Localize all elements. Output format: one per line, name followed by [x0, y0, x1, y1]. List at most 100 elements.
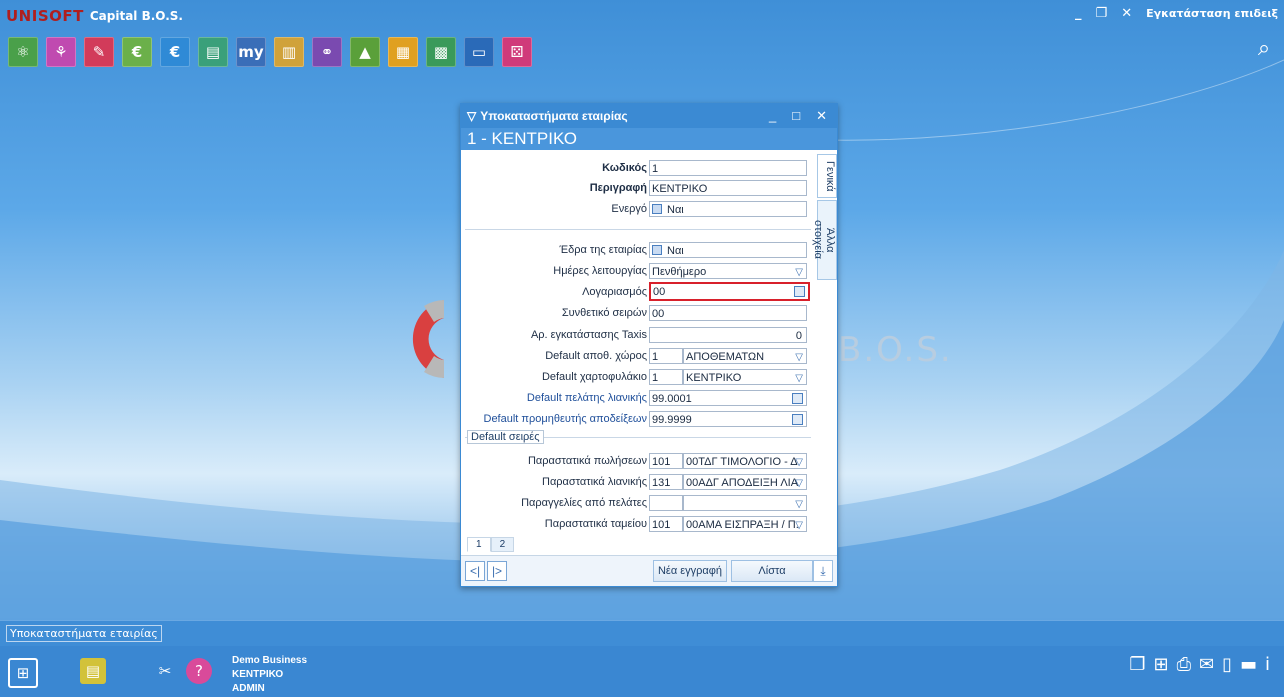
dropdown-icon[interactable]: ▽ [795, 476, 803, 489]
active-field[interactable]: Ναι [649, 200, 807, 217]
copy-icon[interactable]: ❐ [1129, 654, 1145, 675]
row-sales-docs: Παραστατικά πωλήσεων 101 00ΤΔΓ ΤΙΜΟΛΟΓΙΟ… [461, 452, 811, 469]
lookup-icon[interactable] [792, 392, 803, 404]
sales-docs-select[interactable]: 00ΤΔΓ ΤΙΜΟΛΟΓΙΟ - Δ ▽ [683, 452, 807, 469]
app-titlebar: UNISOFT Capital B.O.S. _ ❐ ✕ Εγκατάσταση… [0, 0, 1284, 32]
file-icon[interactable]: ▯ [1222, 654, 1232, 675]
dropdown-icon[interactable]: ▽ [795, 497, 803, 510]
lookup-icon[interactable] [792, 413, 803, 425]
download-icon[interactable]: ⤓ [813, 560, 833, 582]
tools-icon[interactable]: ✂ [152, 658, 178, 684]
code-field[interactable]: 1 [649, 159, 807, 176]
dialog-menu-icon[interactable]: ▽ [467, 109, 476, 123]
row-retail-docs: Παραστατικά λιανικής 131 00ΑΔΓ ΑΠΟΔΕΙΞΗ … [461, 473, 811, 490]
module-1-icon[interactable]: ⚛ [8, 37, 38, 67]
module-8-icon[interactable]: ▥ [274, 37, 304, 67]
dialog-maximize-icon[interactable]: □ [792, 108, 800, 124]
list-button[interactable]: Λίστα [731, 560, 813, 582]
dialog-titlebar[interactable]: ▽ Υποκαταστήματα εταιρίας _ □ ✕ [461, 104, 837, 128]
help-icon[interactable]: ? [186, 658, 212, 684]
info-icon[interactable]: i [1265, 654, 1270, 675]
series-comp-label: Συνθετικό σειρών [561, 306, 647, 319]
account-field[interactable]: 00 [649, 282, 810, 301]
cash-docs-select[interactable]: 00ΑΜΑ ΕΙΣΠΡΑΞΗ / Π. ▽ [683, 515, 807, 532]
module-6-icon[interactable]: ▤ [198, 37, 228, 67]
dashboard-icon[interactable]: ⊞ [8, 658, 38, 688]
portfolio-code[interactable]: 1 [649, 368, 683, 385]
module-10-icon[interactable]: ▲ [350, 37, 380, 67]
page-tab-1[interactable]: 1 [467, 537, 491, 552]
mail-icon[interactable]: ✉ [1199, 654, 1214, 675]
module-2-icon[interactable]: ⚘ [46, 37, 76, 67]
cash-docs-code[interactable]: 101 [649, 515, 683, 532]
documents-icon[interactable]: ▤ [80, 658, 106, 684]
lookup-icon[interactable] [794, 286, 805, 297]
taxis-label: Αρ. εγκατάστασης Taxis [530, 328, 647, 341]
dropdown-icon[interactable]: ▽ [795, 455, 803, 468]
orders-code[interactable] [649, 494, 683, 511]
receipt-supplier-field[interactable]: 99.9999 [649, 410, 807, 427]
warehouse-code[interactable]: 1 [649, 347, 683, 364]
module-12-icon[interactable]: ▩ [426, 37, 456, 67]
next-record-icon[interactable]: |> [487, 561, 507, 581]
seat-field[interactable]: Ναι [649, 241, 807, 258]
sales-docs-code[interactable]: 101 [649, 452, 683, 469]
close-icon[interactable]: ✕ [1121, 6, 1132, 21]
module-11-icon[interactable]: ▦ [388, 37, 418, 67]
install-label[interactable]: Εγκατάσταση επιδειξ [1146, 7, 1278, 20]
grid-icon[interactable]: ⊞ [1153, 654, 1168, 675]
workdays-select[interactable]: Πενθήμερο ▽ [649, 262, 807, 279]
taxis-field[interactable]: 0 [649, 326, 807, 343]
app-logo: UNISOFT Capital B.O.S. [0, 7, 183, 25]
row-retail-customer: Default πελάτης λιανικής 99.0001 [461, 389, 811, 406]
company-name: Demo Business [232, 655, 308, 666]
orders-label: Παραγγελίες από πελάτες [521, 496, 647, 509]
dropdown-icon[interactable]: ▽ [795, 350, 803, 363]
row-orders: Παραγγελίες από πελάτες ▽ [461, 494, 811, 511]
row-warehouse: Default αποθ. χώρος 1 ΑΠΟΘΕΜΑΤΩΝ ▽ [461, 347, 811, 364]
prev-record-icon[interactable]: <| [465, 561, 485, 581]
row-workdays: Ημέρες λειτουργίας Πενθήμερο ▽ [461, 262, 811, 279]
minimize-icon[interactable]: _ [1075, 6, 1082, 21]
module-14-icon[interactable]: ⚄ [502, 37, 532, 67]
orders-select[interactable]: ▽ [683, 494, 807, 511]
active-checkbox-icon [652, 203, 662, 214]
module-5-icon[interactable]: € [160, 37, 190, 67]
dropdown-icon[interactable]: ▽ [795, 371, 803, 384]
module-7-icon[interactable]: my [236, 37, 266, 67]
row-seat: Έδρα της εταιρίας Ναι [461, 241, 811, 258]
warehouse-select[interactable]: ΑΠΟΘΕΜΑΤΩΝ ▽ [683, 347, 807, 364]
module-9-icon[interactable]: ⚭ [312, 37, 342, 67]
open-window-tab[interactable]: Υποκαταστήματα εταιρίας [6, 625, 162, 642]
window-icon[interactable]: ▬ [1240, 654, 1257, 675]
utility-icons: ❐ ⊞ ⎙ ✉ ▯ ▬ i [1129, 654, 1270, 675]
retail-customer-label[interactable]: Default πελάτης λιανικής [527, 392, 647, 404]
receipt-supplier-label[interactable]: Default προμηθευτής αποδείξεων [484, 413, 648, 425]
retail-customer-value: 99.0001 [652, 392, 692, 405]
dialog-close-icon[interactable]: ✕ [816, 108, 827, 124]
retail-customer-field[interactable]: 99.0001 [649, 389, 807, 406]
page-tabs: 1 2 [467, 537, 515, 552]
tab-general[interactable]: Γενικά [817, 154, 837, 198]
retail-docs-code[interactable]: 131 [649, 473, 683, 490]
print-icon[interactable]: ⎙ [1177, 654, 1191, 675]
portfolio-select[interactable]: ΚΕΝΤΡΙΚΟ ▽ [683, 368, 807, 385]
row-description: Περιγραφή ΚΕΝΤΡΙΚΟ [461, 179, 811, 196]
search-icon[interactable]: ⌕ [1250, 36, 1278, 66]
dropdown-icon[interactable]: ▽ [795, 265, 803, 278]
module-4-icon[interactable]: € [122, 37, 152, 67]
tab-other-info[interactable]: Άλλα στοιχεία [812, 200, 837, 280]
seat-value: Ναι [667, 244, 684, 257]
portfolio-name: ΚΕΝΤΡΙΚΟ [686, 371, 742, 384]
description-field[interactable]: ΚΕΝΤΡΙΚΟ [649, 179, 807, 196]
retail-docs-select[interactable]: 00ΑΔΓ ΑΠΟΔΕΙΞΗ ΛΙΑ ▽ [683, 473, 807, 490]
dropdown-icon[interactable]: ▽ [795, 518, 803, 531]
restore-icon[interactable]: ❐ [1096, 6, 1108, 21]
dialog-minimize-icon[interactable]: _ [769, 108, 776, 124]
module-13-icon[interactable]: ▭ [464, 37, 494, 67]
series-comp-field[interactable]: 00 [649, 304, 807, 321]
new-record-button[interactable]: Νέα εγγραφή [653, 560, 727, 582]
module-3-icon[interactable]: ✎ [84, 37, 114, 67]
workdays-label: Ημέρες λειτουργίας [553, 264, 647, 277]
page-tab-2[interactable]: 2 [490, 537, 515, 552]
